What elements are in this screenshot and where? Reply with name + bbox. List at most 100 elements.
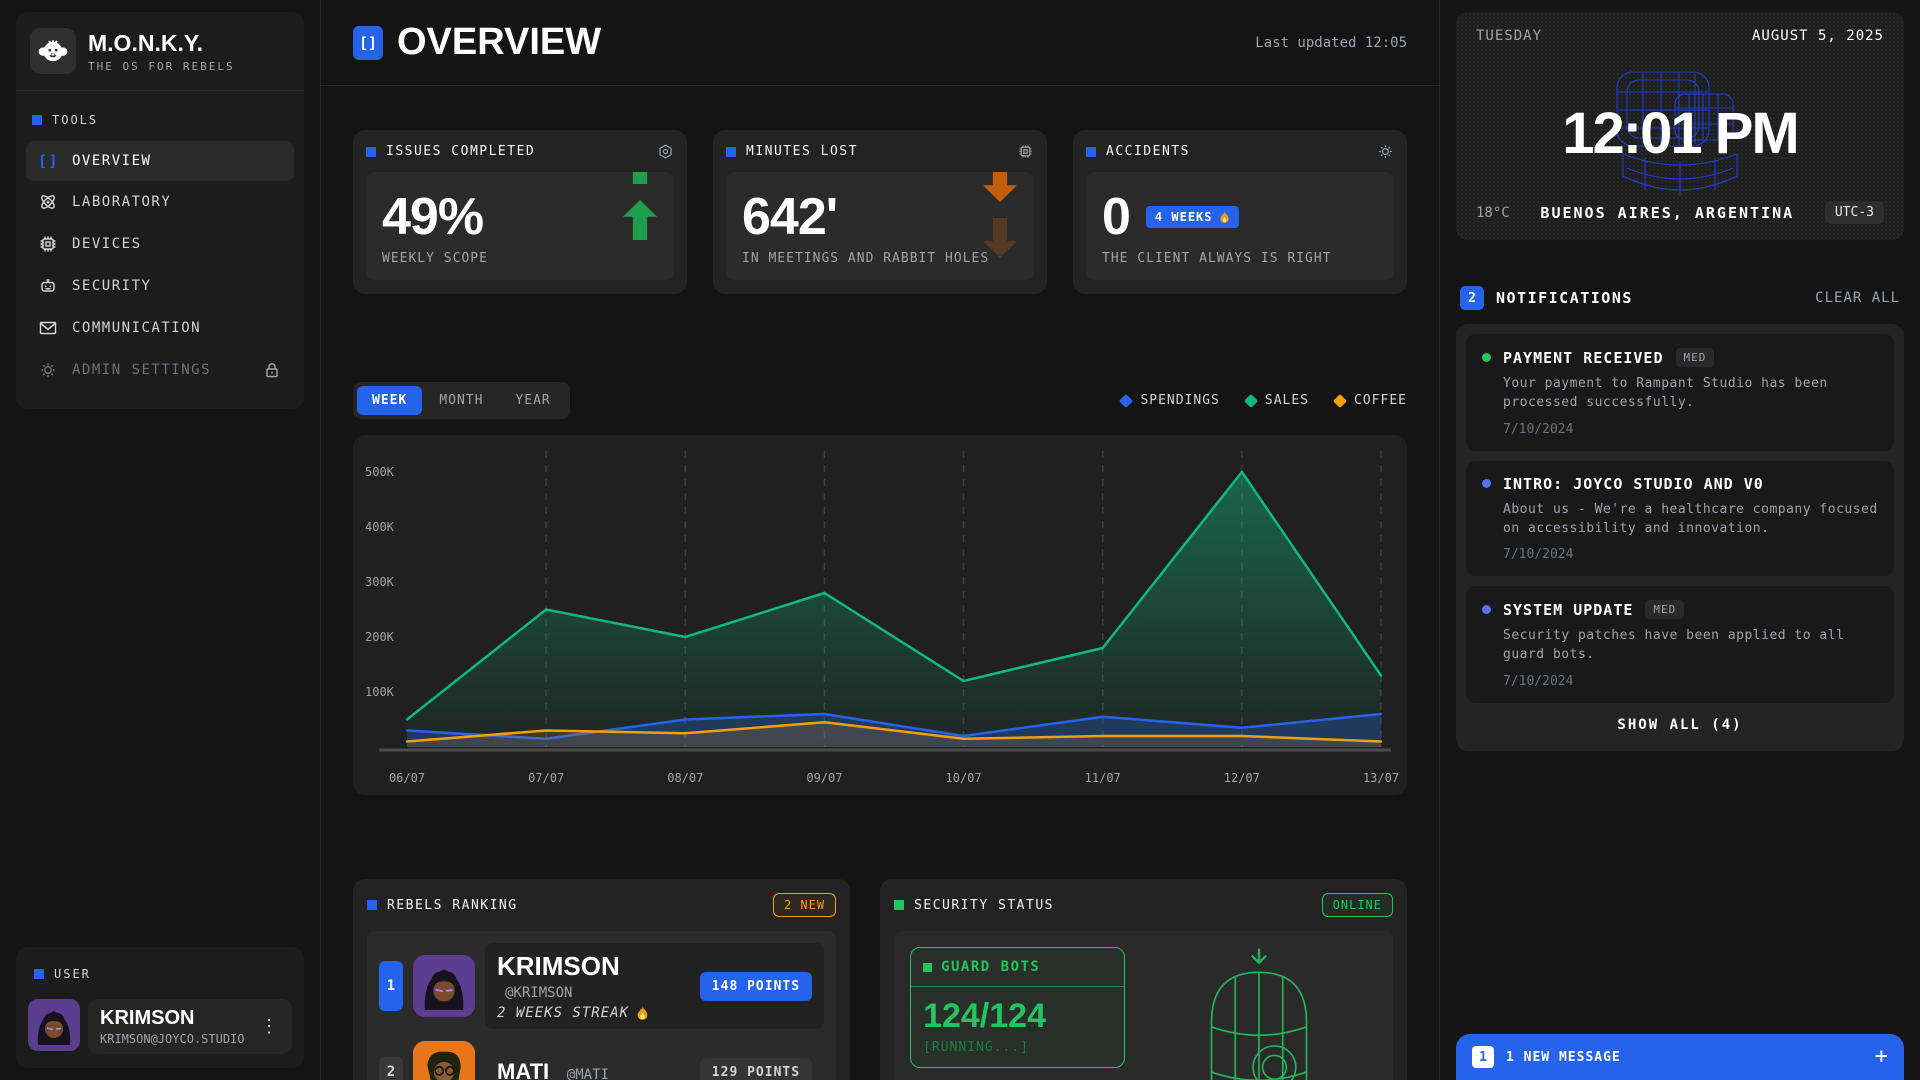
notification-body: Security patches have been applied to al…: [1503, 627, 1878, 665]
diamond-icon: [1333, 393, 1347, 407]
sidebar-item-security[interactable]: SECURITY: [26, 265, 294, 307]
security-body: GUARD BOTS 124/124 [RUNNING...] FIREWALL: [894, 931, 1393, 1080]
stat-subtitle: IN MEETINGS AND RABBIT HOLES: [742, 251, 1018, 266]
sidebar-item-devices[interactable]: DEVICES: [26, 223, 294, 265]
status-dot: [1482, 605, 1491, 614]
svg-text:100K: 100K: [365, 685, 395, 699]
ranking-row-1[interactable]: 1: [379, 943, 824, 1029]
user-panel: USER KRIMSON KRIMSON@JOYCO.STUDIO ⋮: [16, 947, 304, 1068]
show-all-button[interactable]: SHOW ALL (4): [1466, 703, 1894, 741]
brackets-icon: []: [38, 152, 58, 170]
tab-week[interactable]: WEEK: [357, 386, 422, 415]
notification-count-badge: 2: [1460, 286, 1484, 310]
app-title: M.O.N.K.Y.: [88, 30, 235, 57]
svg-text:09/07: 09/07: [806, 771, 842, 785]
user-avatar: [28, 999, 80, 1051]
gear-icon: [38, 360, 58, 380]
robot-icon: [38, 276, 58, 296]
sidebar-item-overview[interactable]: [] OVERVIEW: [26, 141, 294, 181]
stat-value: 49%: [382, 191, 658, 243]
legend-spendings[interactable]: SPENDINGS: [1121, 393, 1219, 408]
notifications-list: PAYMENT RECEIVED MED Your payment to Ram…: [1456, 324, 1904, 751]
section-bullet: [32, 115, 42, 125]
stat-body: 642' IN MEETINGS AND RABBIT HOLES: [726, 172, 1034, 280]
clock-time: 12:01 PM: [1456, 100, 1904, 167]
krimson-avatar: [413, 955, 475, 1017]
tools-section-label: TOOLS: [26, 105, 294, 141]
ranking-title: REBELS RANKING: [387, 898, 518, 913]
ranking-list: 1: [367, 931, 836, 1080]
stat-card-issues: ISSUES COMPLETED 49% WEEKLY SCOPE: [353, 130, 687, 294]
svg-text:11/07: 11/07: [1085, 771, 1121, 785]
svg-text:200K: 200K: [365, 630, 395, 644]
user-card[interactable]: KRIMSON KRIMSON@JOYCO.STUDIO ⋮: [88, 999, 292, 1054]
stat-subtitle: THE CLIENT ALWAYS IS RIGHT: [1102, 251, 1378, 266]
stat-subtitle: WEEKLY SCOPE: [382, 251, 658, 266]
weeks-streak-badge: 4 WEEKS: [1146, 206, 1239, 228]
card-bullet: [726, 147, 736, 157]
temperature: 18°C: [1476, 205, 1510, 221]
chart-legend: SPENDINGS SALES COFFEE: [1121, 393, 1407, 408]
card-settings-icon[interactable]: [1377, 143, 1394, 160]
card-bullet: [366, 147, 376, 157]
rebel-name: KRIMSON: [497, 951, 620, 981]
legend-coffee[interactable]: COFFEE: [1335, 393, 1407, 408]
stats-row: ISSUES COMPLETED 49% WEEKLY SCOPE: [353, 130, 1407, 294]
svg-text:12/07: 12/07: [1224, 771, 1260, 785]
trend-up-arrows-icon: [620, 172, 660, 252]
clock-day: TUESDAY: [1476, 28, 1542, 44]
plus-icon[interactable]: +: [1875, 1046, 1888, 1068]
sidebar-item-laboratory[interactable]: LABORATORY: [26, 181, 294, 223]
rank-badge: 1: [379, 961, 403, 1011]
svg-text:08/07: 08/07: [667, 771, 703, 785]
notification-intro[interactable]: INTRO: JOYCO STUDIO AND V0 About us - We…: [1466, 461, 1894, 577]
page-header: [] OVERVIEW Last updated 12:05: [321, 0, 1439, 86]
notification-payment[interactable]: PAYMENT RECEIVED MED Your payment to Ram…: [1466, 334, 1894, 451]
stat-title: ACCIDENTS: [1106, 144, 1190, 159]
lock-icon: [262, 360, 282, 380]
stat-card-minutes: MINUTES LOST 642' IN MEETINGS AND RABBIT…: [713, 130, 1047, 294]
points-badge: 148 POINTS: [700, 972, 812, 1001]
clock-widget: TUESDAY AUGUST 5, 2025 12:01 PM 18°C BUE…: [1456, 12, 1904, 240]
card-bullet: [894, 900, 904, 910]
svg-text:300K: 300K: [365, 575, 395, 589]
notifications-title: NOTIFICATIONS: [1496, 289, 1633, 307]
svg-text:13/07: 13/07: [1363, 771, 1399, 785]
rebel-handle: @KRIMSON: [505, 985, 572, 1001]
sidebar-item-admin-settings[interactable]: ADMIN SETTINGS: [26, 349, 294, 391]
card-settings-icon[interactable]: [1017, 143, 1034, 160]
mail-icon: [38, 318, 58, 338]
tab-year[interactable]: YEAR: [500, 386, 565, 415]
guard-bots-card: GUARD BOTS 124/124 [RUNNING...]: [910, 947, 1125, 1068]
points-badge: 129 POINTS: [700, 1058, 812, 1080]
priority-tag: MED: [1676, 348, 1715, 367]
right-panel: TUESDAY AUGUST 5, 2025 12:01 PM 18°C BUE…: [1440, 0, 1920, 1080]
notification-date: 7/10/2024: [1503, 547, 1878, 562]
sales-chart[interactable]: 100K200K300K400K500K06/0707/0708/0709/07…: [353, 435, 1407, 795]
new-message-bar[interactable]: 1 1 NEW MESSAGE +: [1456, 1034, 1904, 1080]
legend-sales[interactable]: SALES: [1246, 393, 1309, 408]
kebab-menu-icon[interactable]: ⋮: [258, 1016, 280, 1037]
ranking-row-2[interactable]: 2: [379, 1041, 824, 1080]
security-status-panel: SECURITY STATUS ONLINE GUARD BOTS 124/12…: [880, 879, 1407, 1080]
clear-all-button[interactable]: CLEAR ALL: [1815, 290, 1900, 306]
status-dot: [1482, 479, 1491, 488]
stat-title: ISSUES COMPLETED: [386, 144, 535, 159]
card-settings-icon[interactable]: [657, 143, 674, 160]
page-title: OVERVIEW: [397, 21, 601, 64]
stat-card-accidents: ACCIDENTS 0 4 WEEKS: [1073, 130, 1407, 294]
notifications-header: 2 NOTIFICATIONS CLEAR ALL: [1460, 286, 1900, 310]
tab-month[interactable]: MONTH: [424, 386, 498, 415]
ranking-new-badge: 2 NEW: [773, 893, 836, 917]
sidebar-nav-panel: M.O.N.K.Y. THE OS FOR REBELS TOOLS [] OV…: [16, 12, 304, 409]
rebel-name: MATI: [497, 1059, 549, 1080]
rebel-handle: @MATI: [567, 1067, 609, 1080]
security-title: SECURITY STATUS: [914, 898, 1054, 913]
notification-system-update[interactable]: SYSTEM UPDATE MED Security patches have …: [1466, 586, 1894, 703]
message-count-badge: 1: [1472, 1046, 1494, 1068]
sidebar-item-communication[interactable]: COMMUNICATION: [26, 307, 294, 349]
flame-icon: [1219, 211, 1230, 224]
clock-date: AUGUST 5, 2025: [1752, 28, 1884, 44]
trend-down-arrows-icon: [980, 172, 1020, 270]
svg-text:400K: 400K: [365, 520, 395, 534]
